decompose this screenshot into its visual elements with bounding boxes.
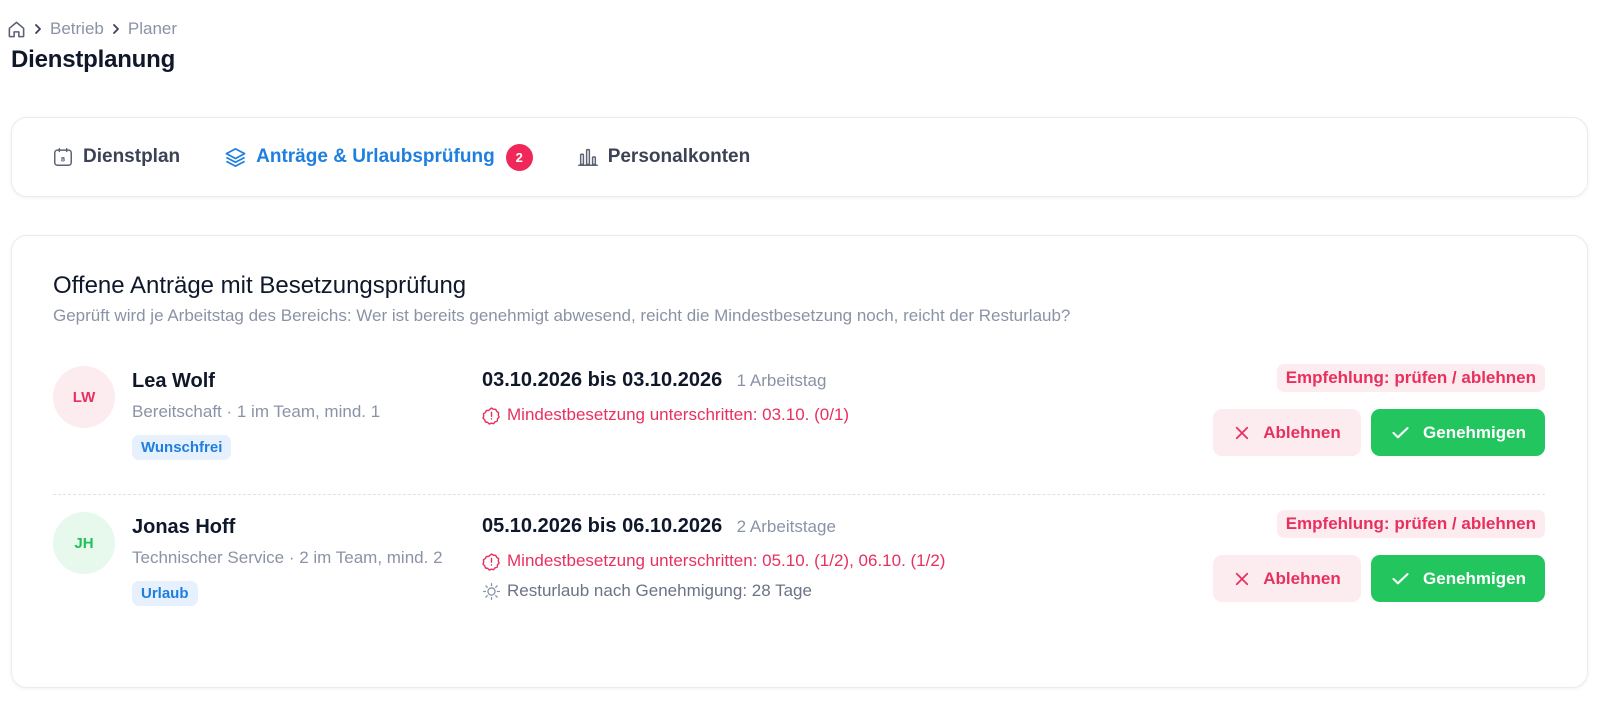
count-badge: 2: [505, 143, 533, 171]
page-root: Betrieb Planer Dienstplanung 8 Dienstpla…: [0, 0, 1600, 718]
tab-label: Personalkonten: [607, 146, 751, 167]
close-icon: [1233, 424, 1251, 442]
check-icon: [1390, 568, 1411, 589]
reject-button[interactable]: Ablehnen: [1213, 555, 1361, 602]
warning-text: Mindestbesetzung unterschritten: 05.10. …: [507, 551, 946, 570]
breadcrumb-item-planer[interactable]: Planer: [128, 19, 177, 39]
sun-icon: [482, 582, 501, 601]
row-divider: [53, 494, 1545, 495]
tab-personalkonten[interactable]: Personalkonten: [577, 146, 751, 168]
request-row: LW Lea Wolf Bereitschaft · 1 im Team, mi…: [53, 364, 1545, 486]
section-title: Offene Anträge mit Besetzungsprüfung: [53, 272, 467, 299]
approve-button[interactable]: Genehmigen: [1371, 409, 1545, 456]
info-text: Resturlaub nach Genehmigung: 28 Tage: [507, 581, 812, 600]
approve-label: Genehmigen: [1423, 568, 1526, 588]
request-type-tag: Wunschfrei: [132, 435, 232, 460]
person-name: Lea Wolf: [132, 370, 215, 392]
alert-icon: [482, 406, 501, 425]
avatar: JH: [53, 512, 115, 574]
svg-text:8: 8: [61, 156, 66, 164]
chevron-right-icon: [110, 23, 122, 35]
working-days: 2 Arbeitstage: [736, 517, 836, 536]
reject-label: Ablehnen: [1263, 422, 1341, 442]
reject-button[interactable]: Ablehnen: [1213, 409, 1361, 456]
person-info: Jonas Hoff Technischer Service · 2 im Te…: [132, 516, 443, 606]
request-details: 03.10.2026 bis 03.10.2026 1 Arbeitstag M…: [482, 369, 849, 425]
request-actions: Ablehnen Genehmigen: [1213, 555, 1545, 602]
tab-dienstplan[interactable]: 8 Dienstplan: [52, 146, 180, 168]
page-title: Dienstplanung: [11, 46, 176, 73]
reject-label: Ablehnen: [1263, 568, 1341, 588]
approve-label: Genehmigen: [1423, 422, 1526, 442]
request-type-tag: Urlaub: [132, 581, 198, 606]
close-icon: [1233, 570, 1251, 588]
date-range: 05.10.2026 bis 06.10.2026: [482, 515, 723, 537]
alert-icon: [482, 552, 501, 571]
layers-icon: [224, 146, 247, 169]
person-meta: Bereitschaft · 1 im Team, mind. 1: [132, 402, 381, 421]
person-meta: Technischer Service · 2 im Team, mind. 2: [132, 548, 443, 567]
tab-bar: 8 Dienstplan Anträge & Urlaubsprüfung 2: [11, 117, 1588, 197]
tab-label: Dienstplan: [83, 146, 181, 167]
section-subtitle: Geprüft wird je Arbeitstag des Bereichs:…: [53, 306, 1071, 325]
tab-label: Anträge & Urlaubsprüfung: [256, 146, 495, 167]
breadcrumb-item-betrieb[interactable]: Betrieb: [50, 19, 104, 39]
remaining-leave-info: Resturlaub nach Genehmigung: 28 Tage: [482, 581, 945, 601]
home-icon[interactable]: [7, 20, 26, 39]
check-icon: [1390, 422, 1411, 443]
recommendation-badge: Empfehlung: prüfen / ablehnen: [1276, 364, 1545, 392]
warning-text: Mindestbesetzung unterschritten: 03.10. …: [507, 405, 850, 424]
person-info: Lea Wolf Bereitschaft · 1 im Team, mind.…: [132, 370, 380, 460]
staffing-warning: Mindestbesetzung unterschritten: 03.10. …: [482, 405, 849, 425]
tab-antraege[interactable]: Anträge & Urlaubsprüfung 2: [224, 143, 533, 171]
staffing-warning: Mindestbesetzung unterschritten: 05.10. …: [482, 551, 945, 571]
request-actions: Ablehnen Genehmigen: [1213, 409, 1545, 456]
breadcrumb: Betrieb Planer: [7, 19, 177, 39]
working-days: 1 Arbeitstag: [736, 371, 827, 390]
request-row: JH Jonas Hoff Technischer Service · 2 im…: [53, 510, 1545, 642]
person-name: Jonas Hoff: [132, 516, 236, 538]
requests-card: Offene Anträge mit Besetzungsprüfung Gep…: [11, 235, 1588, 688]
approve-button[interactable]: Genehmigen: [1371, 555, 1545, 602]
chevron-right-icon: [32, 23, 44, 35]
date-range: 03.10.2026 bis 03.10.2026: [482, 369, 723, 391]
bar-chart-icon: [577, 146, 599, 168]
request-details: 05.10.2026 bis 06.10.2026 2 Arbeitstage …: [482, 515, 945, 601]
calendar-icon: 8: [52, 146, 74, 168]
avatar: LW: [53, 366, 115, 428]
recommendation-badge: Empfehlung: prüfen / ablehnen: [1276, 510, 1545, 538]
